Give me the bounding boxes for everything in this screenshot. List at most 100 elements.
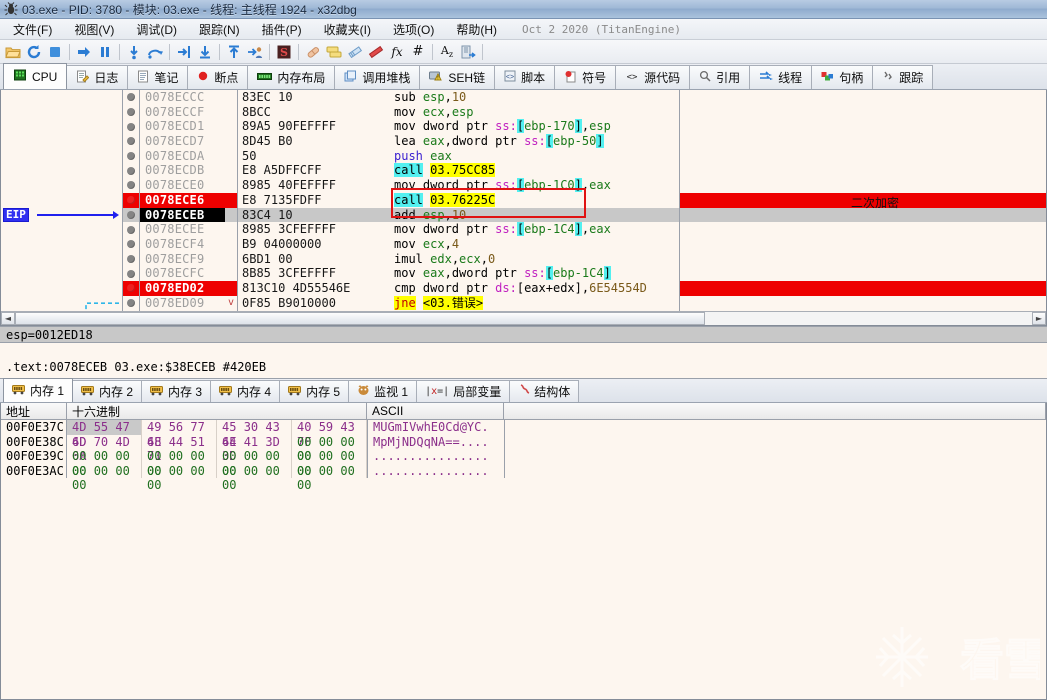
breakpoint-toggle[interactable]: [123, 134, 140, 149]
notes-icon[interactable]: [345, 42, 365, 62]
disassembly-row[interactable]: 0078ECDB E8 A5DFFCFF call 03.75CC85: [123, 163, 1046, 179]
dump-hex-group[interactable]: 4E 44 51 71: [142, 434, 217, 463]
disassembly-row[interactable]: 0078ECEB 83C4 10 add esp,10: [123, 207, 1046, 223]
disassembly-row[interactable]: 0078ED0F 83EC 10sub esp,10: [123, 310, 1046, 311]
tab-script[interactable]: <> 脚本: [494, 65, 556, 89]
stop-icon[interactable]: [45, 42, 65, 62]
run-to-icon[interactable]: [195, 42, 215, 62]
disassembly-view[interactable]: EIP 0078ECCC 83EC 10 sub esp,10 0078ECCF 8BC…: [1, 90, 1046, 311]
menu-help[interactable]: 帮助(H): [445, 19, 508, 40]
step-out-icon[interactable]: [174, 42, 194, 62]
tab-memory-map[interactable]: 内存布局: [247, 65, 336, 89]
disassembly-row[interactable]: 0078ECF4 B9 04000000 mov ecx,4: [123, 236, 1046, 252]
breakpoint-toggle[interactable]: [123, 236, 140, 252]
dump-hex-group[interactable]: 00 00 00 00: [67, 463, 142, 492]
breakpoint-toggle[interactable]: [123, 222, 140, 237]
dump-col-ascii[interactable]: ASCII: [367, 403, 504, 419]
menu-debug[interactable]: 调试(D): [125, 19, 188, 40]
handles-icon[interactable]: [458, 42, 478, 62]
menu-favorites[interactable]: 收藏夹(I): [313, 19, 382, 40]
disassembly-row[interactable]: 0078ECCC 83EC 10 sub esp,10: [123, 90, 1046, 105]
breakpoint-toggle[interactable]: [123, 295, 140, 311]
disasm-horizontal-scrollbar[interactable]: ◄ ►: [1, 311, 1046, 325]
step-into-icon[interactable]: [124, 42, 144, 62]
tab-handles[interactable]: 句柄: [811, 65, 874, 89]
tab-references[interactable]: 引用: [689, 65, 751, 89]
menu-file[interactable]: 文件(F): [2, 19, 63, 40]
tab-memory-1[interactable]: 内存 1: [3, 378, 74, 402]
breakpoint-toggle[interactable]: [123, 192, 140, 208]
breakpoint-toggle[interactable]: [123, 310, 140, 311]
breakpoint-toggle[interactable]: [123, 148, 140, 164]
log-icon[interactable]: [324, 42, 344, 62]
breakpoint-toggle[interactable]: [123, 207, 140, 223]
tab-memory-3[interactable]: 内存 3: [141, 380, 212, 402]
dump-row[interactable]: 00F0E3AC 00 00 00 00 00 00 00 00 00 00 00 0…: [1, 463, 1046, 492]
tab-breakpoints[interactable]: 断点: [187, 65, 249, 89]
dump-hex-group[interactable]: 49 56 77 68: [142, 420, 217, 449]
breakpoint-toggle[interactable]: [123, 178, 140, 193]
tab-struct[interactable]: 结构体: [509, 380, 580, 402]
dump-hex-group[interactable]: 45 30 43 64: [217, 420, 292, 449]
memory-dump-view[interactable]: 地址 十六进制 ASCII 00F0E37C 4D 55 47 6D 49 56 7…: [0, 403, 1047, 700]
dump-row[interactable]: 00F0E38C 4D 70 4D 6A 4E 44 51 71 4E 41 3D 3…: [1, 434, 1046, 463]
dump-hex-group[interactable]: 4D 55 47 6D: [67, 420, 142, 449]
disassembly-row[interactable]: 0078ECF9 6BD1 00 imul edx,ecx,0: [123, 251, 1046, 267]
tab-trace[interactable]: 跟踪: [872, 65, 934, 89]
tab-notes[interactable]: 笔记: [127, 65, 189, 89]
tab-memory-5[interactable]: 内存 5: [279, 380, 350, 402]
scroll-thumb[interactable]: [15, 312, 705, 325]
tab-call-stack[interactable]: 调用堆栈: [334, 65, 421, 89]
disassembly-row[interactable]: 0078ECD1 89A5 90FEFFFF mov dword ptr ss:[e…: [123, 119, 1046, 135]
breakpoints-icon[interactable]: [366, 42, 386, 62]
tab-cpu[interactable]: CPU: [3, 63, 68, 89]
menu-trace[interactable]: 跟踪(N): [188, 19, 251, 40]
font-icon[interactable]: Az: [437, 42, 457, 62]
disassembly-row[interactable]: 0078ECE6 E8 7135FDFF call 03.76225C: [123, 192, 1046, 208]
dump-col-address[interactable]: 地址: [1, 403, 67, 419]
open-icon[interactable]: [3, 42, 23, 62]
run-icon[interactable]: [74, 42, 94, 62]
tab-memory-4[interactable]: 内存 4: [210, 380, 281, 402]
dump-hex-group[interactable]: 00 00 00 00: [292, 434, 367, 463]
tab-memory-2[interactable]: 内存 2: [72, 380, 143, 402]
breakpoint-toggle[interactable]: [123, 104, 140, 120]
disassembly-row[interactable]: 0078ED09 v 0F85 B9010000 jne <03.错误>: [123, 295, 1046, 311]
dump-hex-group[interactable]: 00 00 00 00: [142, 463, 217, 492]
tab-watch-1[interactable]: 监视 1: [348, 380, 418, 402]
scylla-icon[interactable]: S: [274, 42, 294, 62]
tab-seh[interactable]: ! SEH链: [419, 65, 496, 89]
step-over-icon[interactable]: [145, 42, 165, 62]
dump-row[interactable]: 00F0E39C 00 00 00 00 00 00 00 00 00 00 00 0…: [1, 449, 1046, 478]
dump-hex-group[interactable]: 00 00 00 00: [292, 449, 367, 478]
calculator-icon[interactable]: fx: [387, 42, 407, 62]
dump-hex-group[interactable]: 4D 70 4D 6A: [67, 434, 142, 463]
patch-icon[interactable]: [303, 42, 323, 62]
dump-hex-group[interactable]: 00 00 00 00: [217, 449, 292, 478]
tab-locals[interactable]: |x=| 局部变量: [416, 380, 511, 402]
dump-hex-group[interactable]: 00 00 00 00: [292, 463, 367, 492]
menu-options[interactable]: 选项(O): [382, 19, 445, 40]
dump-hex-group[interactable]: 00 00 00 00: [67, 449, 142, 478]
breakpoint-toggle[interactable]: [123, 280, 140, 296]
pause-icon[interactable]: [95, 42, 115, 62]
scroll-track[interactable]: [15, 312, 1032, 325]
disassembly-row[interactable]: 0078ECEE 8985 3CFEFFFF mov dword ptr ss:[e…: [123, 222, 1046, 237]
disassembly-row[interactable]: 0078ECFC 8B85 3CFEFFFF mov eax,dword ptr s…: [123, 266, 1046, 281]
breakpoint-toggle[interactable]: [123, 119, 140, 135]
breakpoint-toggle[interactable]: [123, 251, 140, 267]
menu-view[interactable]: 视图(V): [63, 19, 125, 40]
tab-threads[interactable]: 线程: [749, 65, 813, 89]
breakpoint-toggle[interactable]: [123, 266, 140, 281]
breakpoint-toggle[interactable]: [123, 163, 140, 179]
dump-col-hex[interactable]: 十六进制: [67, 403, 367, 419]
dump-hex-group[interactable]: 00 00 00 00: [217, 463, 292, 492]
disassembly-rows[interactable]: 0078ECCC 83EC 10 sub esp,10 0078ECCF 8BCC mov…: [123, 90, 1046, 311]
disassembly-row[interactable]: 0078ECDA 50 push eax: [123, 148, 1046, 164]
disassembly-row[interactable]: 0078ED02 813C10 4D55546E cmp dword ptr ds:…: [123, 280, 1046, 296]
hash-icon[interactable]: #: [408, 42, 428, 62]
dump-hex-group[interactable]: 40 59 43 7F: [292, 420, 367, 449]
disassembly-row[interactable]: 0078ECCF 8BCC mov ecx,esp: [123, 104, 1046, 120]
dump-hex-group[interactable]: 00 00 00 00: [142, 449, 217, 478]
scroll-right-icon[interactable]: ►: [1032, 312, 1046, 325]
